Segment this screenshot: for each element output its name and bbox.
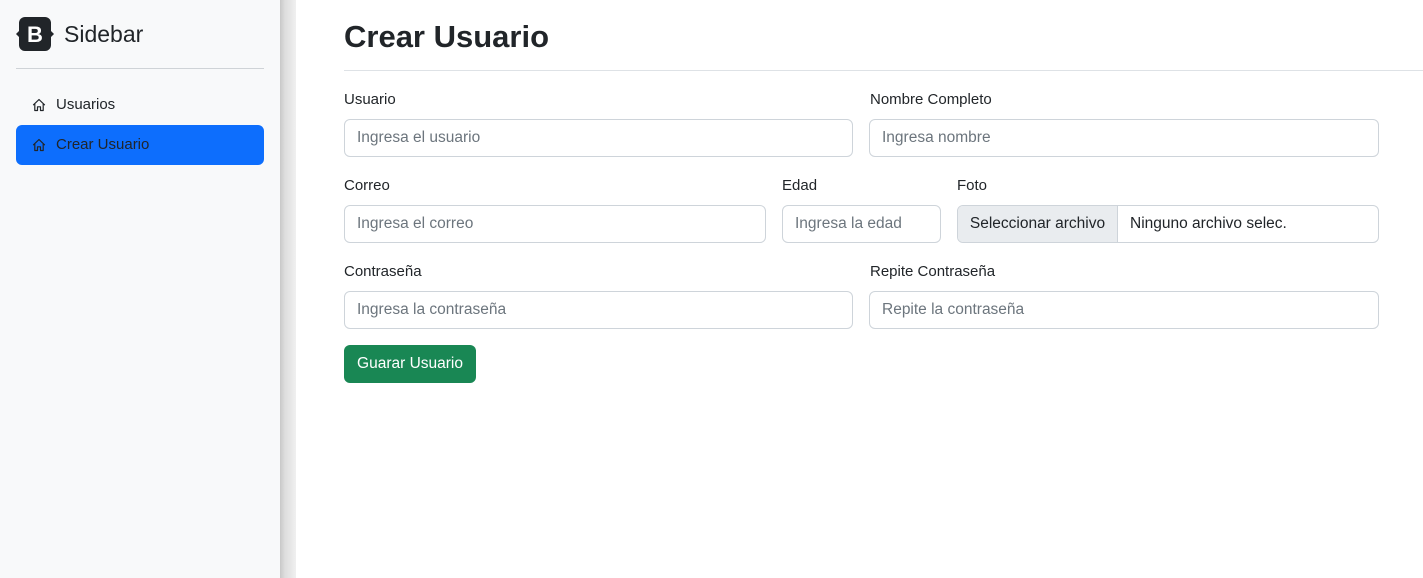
page-title: Crear Usuario: [344, 19, 550, 54]
sidebar-item-label: Crear Usuario: [56, 136, 150, 153]
sidebar-item-crear-usuario[interactable]: Crear Usuario: [16, 125, 264, 165]
bootstrap-logo-icon: B: [16, 17, 54, 51]
correo-input[interactable]: [344, 205, 766, 243]
usuario-input[interactable]: [344, 119, 853, 157]
foto-file-input[interactable]: Seleccionar archivo Ninguno archivo sele…: [957, 205, 1379, 243]
main-content: Crear Usuario Usuario Nombre Completo Co…: [296, 0, 1423, 578]
house-icon: [32, 98, 46, 112]
nombre-completo-input[interactable]: [869, 119, 1379, 157]
repite-contrasena-label: Repite Contraseña: [870, 263, 996, 280]
edad-input[interactable]: [782, 205, 941, 243]
nombre-completo-label: Nombre Completo: [870, 91, 992, 108]
correo-label: Correo: [344, 177, 390, 194]
sidebar-divider: [16, 68, 264, 69]
brand-logo-letter: B: [27, 22, 43, 47]
save-user-button[interactable]: Guarar Usuario: [344, 345, 476, 383]
sidebar: B Sidebar Usuarios Crear Usuario: [0, 0, 280, 578]
brand-title: Sidebar: [64, 21, 144, 47]
usuario-label: Usuario: [344, 91, 396, 108]
edad-label: Edad: [782, 177, 818, 194]
selected-file-text: Ninguno archivo selec.: [1130, 215, 1287, 232]
foto-label: Foto: [957, 177, 988, 194]
sidebar-item-usuarios[interactable]: Usuarios: [16, 85, 264, 125]
house-icon: [32, 138, 46, 152]
contrasena-input[interactable]: [344, 291, 853, 329]
repite-contrasena-input[interactable]: [869, 291, 1379, 329]
select-file-button[interactable]: Seleccionar archivo: [958, 206, 1118, 242]
contrasena-label: Contraseña: [344, 263, 422, 280]
sidebar-nav: Usuarios Crear Usuario: [16, 85, 264, 165]
sidebar-item-label: Usuarios: [56, 96, 116, 113]
sidebar-resize-divider: [280, 0, 296, 578]
title-divider: [344, 70, 1423, 71]
sidebar-brand[interactable]: B Sidebar: [16, 16, 143, 52]
